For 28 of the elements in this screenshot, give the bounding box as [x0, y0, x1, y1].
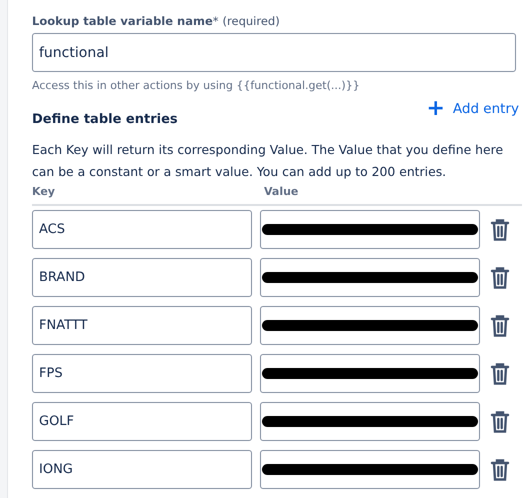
required-mark: *	[212, 14, 219, 28]
key-field[interactable]: BRAND	[32, 258, 252, 297]
delete-icon[interactable]	[490, 410, 510, 434]
field-label: Lookup table variable name	[32, 14, 213, 28]
delete-icon[interactable]	[490, 458, 510, 482]
description-text: Each Key will return its corresponding Value. The Value that you define here can be a constant or a smart value. You can add up to 200 entries.	[32, 141, 504, 181]
delete-icon[interactable]	[490, 362, 510, 386]
variable-name-field[interactable]: functional	[32, 33, 516, 72]
key-field[interactable]: FNATTT	[32, 306, 252, 345]
value-field[interactable]	[260, 306, 480, 345]
value-field[interactable]	[260, 402, 480, 441]
delete-icon[interactable]	[490, 218, 510, 242]
required-note: (required)	[222, 14, 280, 28]
value-field[interactable]	[260, 450, 480, 489]
key-field[interactable]: FPS	[32, 354, 252, 393]
column-header: Key	[32, 185, 56, 198]
key-field[interactable]: IONG	[32, 450, 252, 489]
key-field[interactable]: GOLF	[32, 402, 252, 441]
delete-icon[interactable]	[490, 314, 510, 338]
helper-text: Access this in other actions by using {{functional.get(...)}}	[32, 79, 361, 92]
value-field[interactable]	[260, 354, 480, 393]
value-field[interactable]	[260, 210, 480, 249]
column-header: Value	[264, 185, 298, 198]
value-field[interactable]	[260, 258, 480, 297]
key-field[interactable]: ACS	[32, 210, 252, 249]
add-entry-button[interactable]: + Add entry	[426, 98, 519, 120]
delete-icon[interactable]	[490, 266, 510, 290]
section-title: Define table entries	[32, 112, 178, 127]
